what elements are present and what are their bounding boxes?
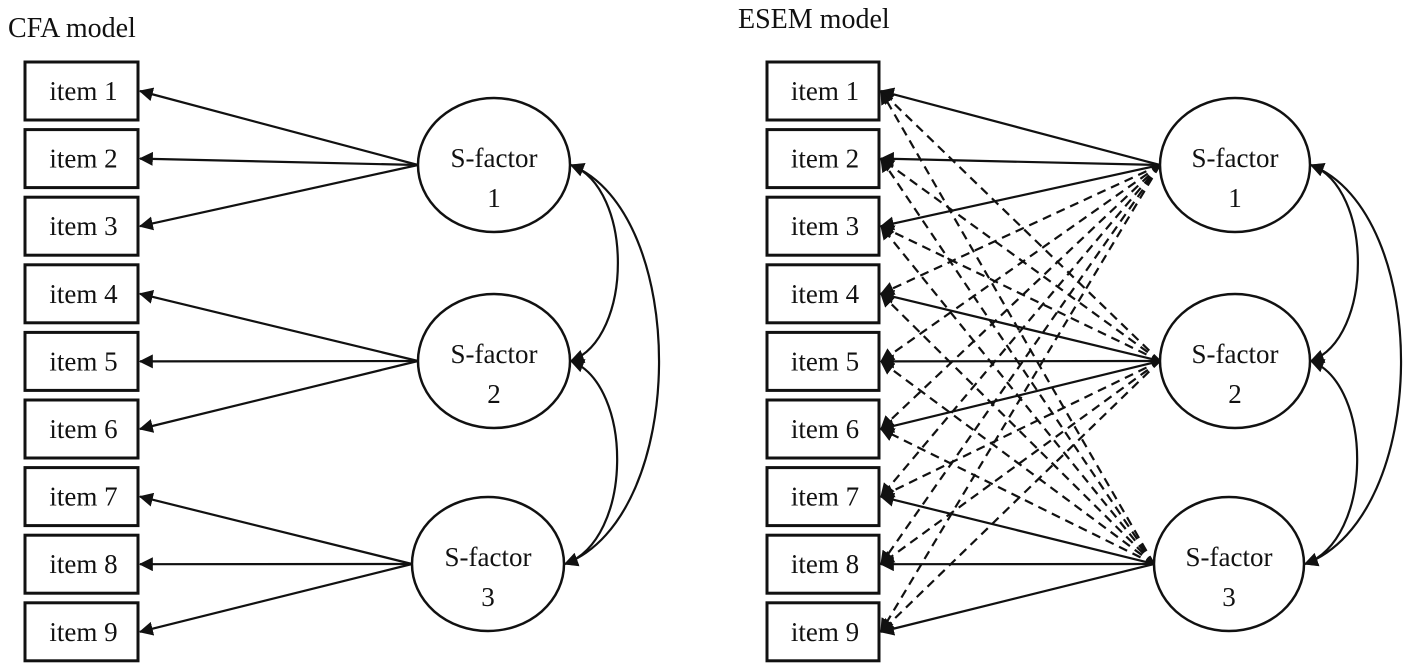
cfa-panel: CFA model item 1 item 2 item 3 item 4 item 5… (8, 13, 661, 663)
item-label: item 4 (49, 279, 118, 309)
cfa-item-7: item 7 (23, 466, 140, 528)
cfa-loading-f3-item7 (138, 492, 413, 566)
esem-covariances (1303, 162, 1403, 567)
esem-crossloading-f2-item7 (879, 360, 1161, 498)
cfa-loadings (138, 87, 419, 636)
esem-loading-f2-item6 (879, 359, 1161, 433)
esem-item-9: item 9 (765, 601, 881, 663)
cfa-title: CFA model (8, 13, 136, 44)
item-label: item 2 (791, 144, 859, 174)
item-label: item 9 (791, 617, 859, 647)
factor-label: S-factor (451, 143, 538, 173)
factor-label: S-factor (1192, 143, 1279, 173)
esem-factor-1: S-factor 1 (1158, 96, 1312, 234)
cfa-loading-f2-item4 (138, 290, 419, 363)
cfa-items: item 1 item 2 item 3 item 4 item 5 item 6 item… (23, 60, 140, 663)
esem-item-4: item 4 (765, 263, 881, 325)
esem-item-2: item 2 (765, 128, 881, 190)
esem-crossloading-f1-item6 (880, 164, 1161, 430)
esem-panel: ESEM model item 1item 2item 3item 4item … (738, 4, 1403, 663)
factor-number: 2 (487, 379, 501, 409)
item-label: item 1 (791, 76, 859, 106)
cfa-factor-3: S-factor 3 (410, 495, 566, 633)
esem-loading-f3-item9 (879, 562, 1155, 636)
factor-number: 1 (1228, 183, 1242, 213)
factor-number: 1 (487, 183, 501, 213)
esem-item-8: item 8 (765, 533, 881, 595)
cfa-item-5: item 5 (23, 330, 140, 392)
cfa-loading-f1-item1 (138, 87, 419, 167)
esem-factor-3: S-factor 3 (1152, 495, 1306, 633)
esem-loading-f2-item4 (879, 289, 1161, 363)
factor-label: S-factor (445, 542, 532, 572)
item-label: item 8 (49, 549, 117, 579)
item-label: item 8 (791, 549, 859, 579)
item-label: item 6 (791, 414, 859, 444)
esem-factor-2: S-factor 2 (1158, 292, 1312, 430)
esem-item-1: item 1 (765, 60, 881, 122)
cfa-item-4: item 4 (23, 263, 140, 325)
esem-item-5: item 5 (765, 330, 881, 392)
item-label: item 1 (49, 76, 117, 106)
cfa-loading-f1-item3 (138, 163, 419, 231)
cfa-item-1: item 1 (23, 60, 140, 122)
factor-number: 3 (481, 582, 495, 612)
item-label: item 7 (791, 482, 859, 512)
esem-loading-f1-item2 (879, 151, 1161, 167)
esem-factors: S-factor 1 S-factor 2 S-factor 3 (1152, 96, 1312, 633)
sem-diagram: CFA model item 1 item 2 item 3 item 4 item 5… (8, 4, 1403, 663)
cfa-item-6: item 6 (23, 398, 140, 460)
factor-number: 2 (1228, 379, 1242, 409)
esem-loading-f3-item7 (879, 492, 1155, 566)
esem-item-6: item 6 (765, 398, 881, 460)
factor-label: S-factor (1192, 339, 1279, 369)
esem-crossloading-f3-item4 (880, 292, 1155, 565)
item-label: item 6 (49, 414, 117, 444)
cfa-covariances (563, 162, 661, 567)
cfa-factor-1: S-factor 1 (416, 96, 572, 234)
esem-title: ESEM model (738, 4, 890, 35)
cfa-loading-f1-item2 (138, 151, 419, 167)
item-label: item 5 (791, 346, 859, 376)
cfa-loading-f2-item6 (138, 359, 419, 433)
cfa-item-8: item 8 (23, 533, 140, 595)
item-label: item 9 (49, 617, 117, 647)
item-label: item 3 (49, 211, 117, 241)
item-label: item 7 (49, 482, 117, 512)
cfa-item-3: item 3 (23, 195, 140, 257)
esem-item-3: item 3 (765, 195, 881, 257)
cfa-item-9: item 9 (23, 601, 140, 663)
esem-loadings (879, 87, 1161, 636)
esem-crossloading-f3-item5 (880, 360, 1155, 565)
esem-crossloading-f1-item4 (879, 164, 1161, 295)
item-label: item 5 (49, 346, 117, 376)
factor-label: S-factor (1186, 542, 1273, 572)
cfa-factors: S-factor 1 S-factor 2 S-factor 3 (410, 96, 572, 633)
esem-crossloading-f3-item6 (879, 428, 1155, 565)
esem-crossloading-f2-item1 (880, 90, 1161, 362)
esem-crossloading-f2-item9 (880, 360, 1161, 633)
cfa-covariance-f2-f3 (563, 359, 619, 567)
cfa-loading-f3-item9 (138, 562, 413, 636)
cfa-item-2: item 2 (23, 128, 140, 190)
item-label: item 4 (791, 279, 860, 309)
factor-label: S-factor (451, 339, 538, 369)
esem-loading-f1-item1 (879, 87, 1161, 167)
item-label: item 3 (791, 211, 859, 241)
esem-item-7: item 7 (765, 466, 881, 528)
esem-crossloading-f2-item3 (879, 225, 1161, 362)
cfa-factor-2: S-factor 2 (416, 292, 572, 430)
item-label: item 2 (49, 144, 117, 174)
esem-items: item 1 item 2 item 3 item 4 item 5 item 6 item… (765, 60, 881, 663)
esem-crossloading-f1-item8 (880, 164, 1161, 566)
factor-number: 3 (1222, 582, 1236, 612)
